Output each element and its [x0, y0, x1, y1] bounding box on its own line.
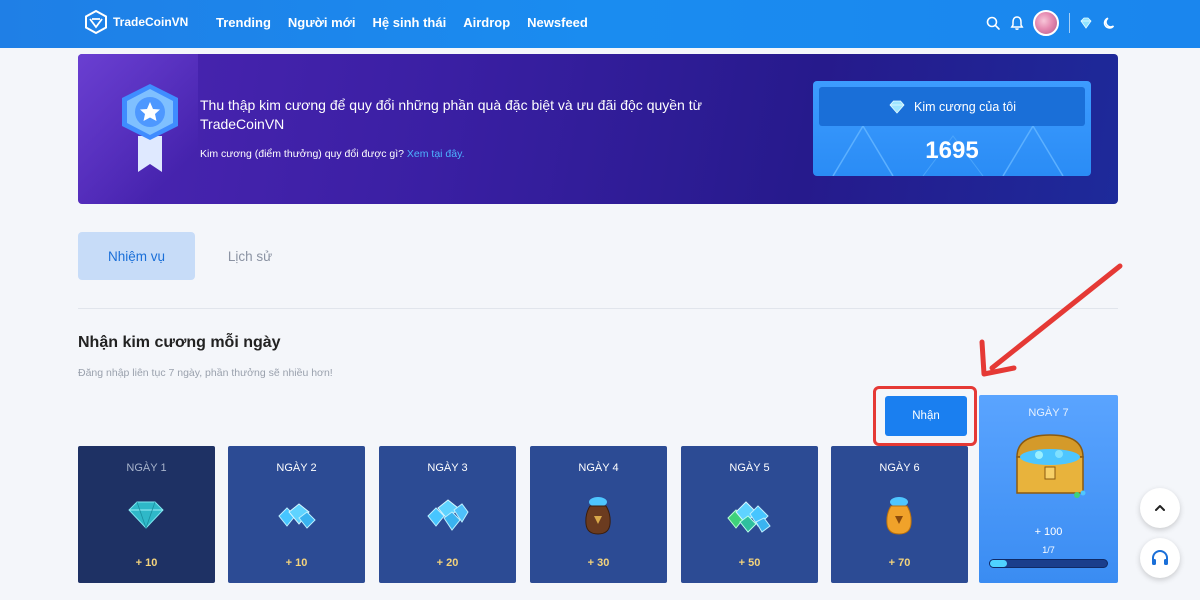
moon-icon[interactable]: [1102, 15, 1118, 31]
top-navbar: TradeCoinVN Trending Người mới Hệ sinh t…: [0, 0, 1200, 48]
claim-button[interactable]: Nhận: [885, 396, 967, 436]
day-label: NGÀY 7: [1028, 407, 1069, 419]
header-divider: [1069, 13, 1070, 33]
scroll-top-button[interactable]: [1140, 488, 1180, 528]
headphones-icon: [1152, 550, 1168, 565]
gem-pile-icon: [727, 501, 771, 533]
brand-name: TradeCoinVN: [113, 15, 189, 29]
gems-icon: [278, 503, 316, 529]
nav-ecosystem[interactable]: Hệ sinh thái: [373, 15, 447, 30]
annotation-arrow: [979, 263, 1123, 377]
daily-title: Nhận kim cương mỗi ngày: [78, 334, 281, 351]
tab-history[interactable]: Lịch sử: [205, 232, 295, 280]
progress-bar: [989, 559, 1108, 568]
diamond-balance: 1695: [925, 137, 979, 164]
day-card-2: NGÀY 2 + 10: [228, 446, 365, 583]
gems-icon: [427, 499, 469, 531]
day-label: NGÀY 1: [126, 462, 167, 474]
day-reward: + 10: [135, 557, 158, 569]
progress-fill: [990, 560, 1007, 567]
my-diamonds-label: Kim cương của tôi: [819, 87, 1085, 126]
support-button[interactable]: [1140, 538, 1180, 578]
day-label: NGÀY 6: [879, 462, 920, 474]
day-card-6: NGÀY 6 + 70: [831, 446, 968, 583]
progress-text: 1/7: [1042, 545, 1055, 555]
header-actions: [977, 10, 1118, 36]
banner-question: Kim cương (điểm thưởng) quy đổi được gì?: [200, 148, 404, 160]
diamond-icon: [128, 501, 164, 530]
brown-bag-icon: [585, 497, 611, 535]
my-diamonds-text: Kim cương của tôi: [913, 99, 1017, 114]
main-nav: Trending Người mới Hệ sinh thái Airdrop …: [216, 15, 605, 30]
logo-icon: [85, 10, 107, 34]
section-divider: [78, 308, 1118, 309]
diamond-icon: [889, 100, 905, 114]
tab-tasks[interactable]: Nhiệm vụ: [78, 232, 195, 280]
day-card-5: NGÀY 5 + 50: [681, 446, 818, 583]
day-label: NGÀY 4: [578, 462, 619, 474]
diamond-icon[interactable]: [1078, 15, 1094, 31]
banner-title: Thu thập kim cương để quy đổi những phần…: [200, 97, 702, 132]
avatar[interactable]: [1033, 10, 1059, 36]
treasure-chest-icon: [1016, 434, 1086, 498]
day-card-7: NGÀY 7 + 100 1/7: [979, 395, 1118, 583]
nav-newbie[interactable]: Người mới: [288, 15, 356, 30]
day-card-3: NGÀY 3 + 20: [379, 446, 516, 583]
day-reward: + 50: [738, 557, 761, 569]
see-here-link[interactable]: Xem tại đây.: [407, 148, 465, 160]
day-label: NGÀY 2: [276, 462, 317, 474]
award-badge-icon: [122, 84, 178, 172]
gold-bag-icon: [886, 497, 912, 535]
day-card-4: NGÀY 4 + 30: [530, 446, 667, 583]
chevron-up-icon: [1155, 505, 1165, 511]
claim-highlight: Nhận: [873, 386, 977, 446]
day-reward: + 70: [888, 557, 911, 569]
day-label: NGÀY 5: [729, 462, 770, 474]
nav-newsfeed[interactable]: Newsfeed: [527, 15, 588, 30]
day-reward: + 30: [587, 557, 610, 569]
my-diamonds-card: Kim cương của tôi 1695: [813, 81, 1091, 176]
day-card-1: NGÀY 1 + 10: [78, 446, 215, 583]
day-reward: + 10: [285, 557, 308, 569]
rewards-banner: Thu thập kim cương để quy đổi những phần…: [78, 54, 1118, 204]
search-icon[interactable]: [985, 15, 1001, 31]
nav-trending[interactable]: Trending: [216, 15, 271, 30]
day-label: NGÀY 3: [427, 462, 468, 474]
banner-subtitle: Kim cương (điểm thưởng) quy đổi được gì?…: [200, 148, 465, 160]
brand-logo[interactable]: TradeCoinVN: [84, 10, 188, 34]
day-reward: + 20: [436, 557, 459, 569]
nav-airdrop[interactable]: Airdrop: [463, 15, 510, 30]
daily-subtitle: Đăng nhập liên tục 7 ngày, phần thưởng s…: [78, 367, 333, 379]
day-reward: + 100: [1034, 526, 1063, 538]
bell-icon[interactable]: [1009, 15, 1025, 31]
